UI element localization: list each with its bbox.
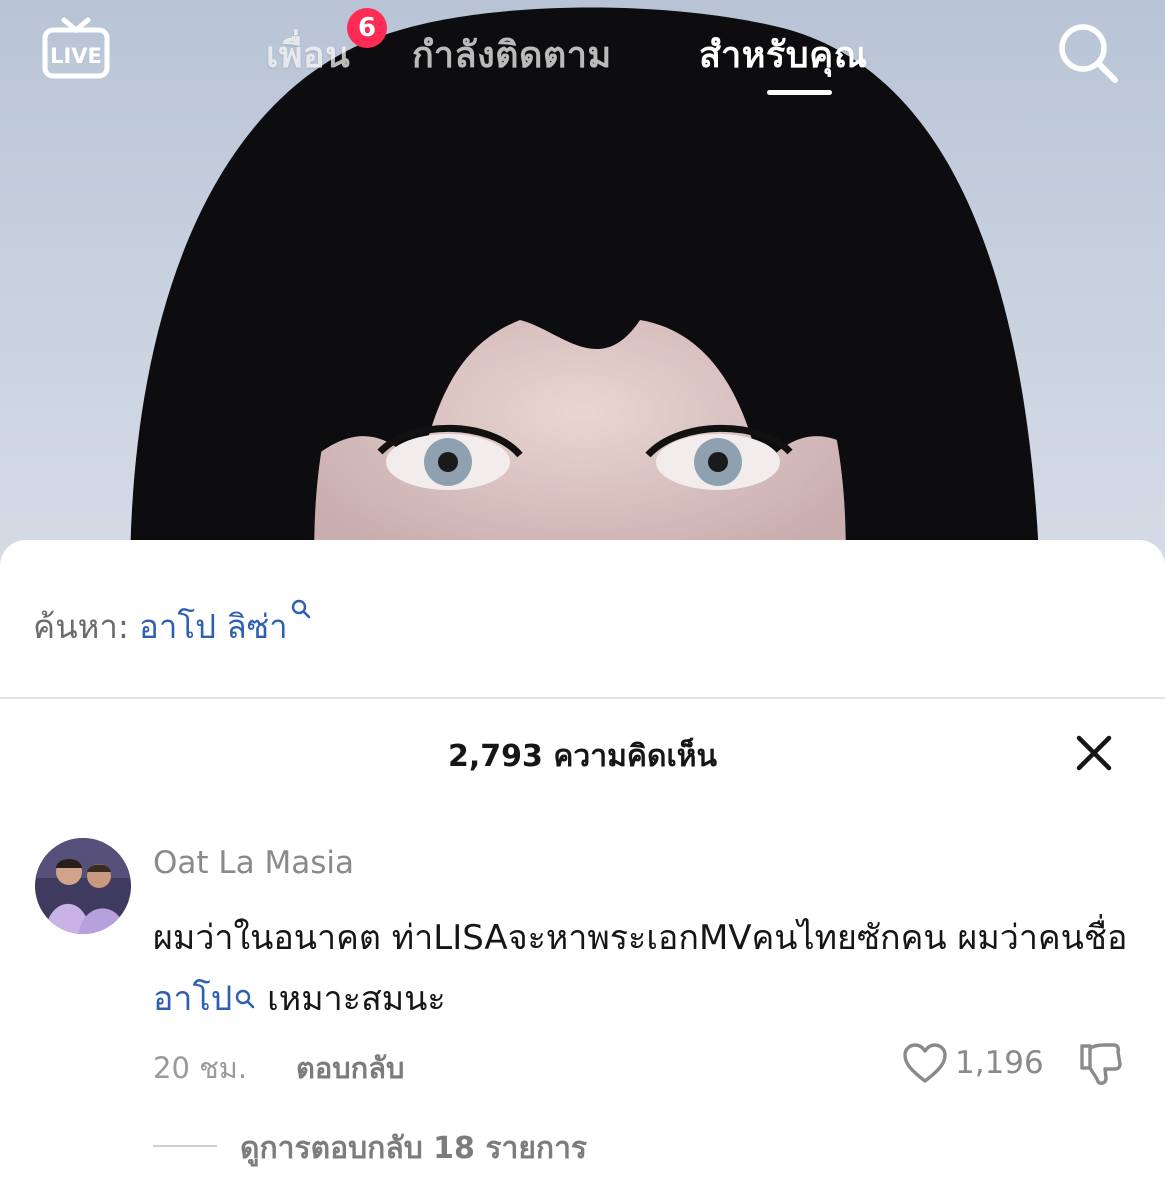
search-icon xyxy=(1059,24,1118,83)
comments-count-title: 2,793 ความคิดเห็น xyxy=(448,739,717,774)
heart-icon xyxy=(903,1043,947,1083)
comment-text-part: เหมาะสมนะ xyxy=(256,979,446,1019)
comment-timestamp: 20 ชม. xyxy=(153,1051,248,1085)
view-replies-button[interactable]: ดูการตอบกลับ 18 รายการ xyxy=(240,1125,587,1172)
comments-sheet: ค้นหา: อาโป ลิซ่า 2,793 ความคิดเห็น Oat … xyxy=(0,540,1165,1200)
dislike-button[interactable] xyxy=(1076,1040,1124,1088)
divider xyxy=(0,697,1165,699)
comment-author[interactable]: Oat La Masia xyxy=(153,845,354,881)
related-search-banner[interactable]: ค้นหา: อาโป ลิซ่า xyxy=(33,599,312,646)
small-search-icon xyxy=(236,989,255,1009)
like-count: 1,196 xyxy=(955,1045,1044,1081)
reply-button[interactable]: ตอบกลับ xyxy=(296,1045,404,1091)
live-tv-icon: LIVE xyxy=(42,17,110,79)
search-button[interactable] xyxy=(1055,20,1121,86)
notification-badge: 6 xyxy=(347,8,387,48)
close-button[interactable] xyxy=(1074,733,1114,773)
like-button[interactable] xyxy=(902,1042,948,1084)
comment-text-part: ผมว่าในอนาคต ท่าLISAจะหาพระเอกMVคนไทยซัก… xyxy=(153,918,1128,958)
comment-text: ผมว่าในอนาคต ท่าLISAจะหาพระเอกMVคนไทยซัก… xyxy=(153,908,1133,1030)
avatar-image xyxy=(35,838,131,934)
replies-divider xyxy=(153,1145,217,1147)
mention-link[interactable]: อาโป xyxy=(153,979,256,1019)
active-tab-indicator xyxy=(767,90,832,95)
tab-friends[interactable]: เพื่อน xyxy=(266,26,350,83)
live-label: LIVE xyxy=(50,44,102,68)
tab-following[interactable]: กำลังติดตาม xyxy=(412,26,612,83)
close-icon xyxy=(1076,735,1112,771)
avatar[interactable] xyxy=(35,838,131,934)
search-prefix-label: ค้นหา: xyxy=(33,607,130,646)
thumbs-down-icon xyxy=(1080,1043,1122,1085)
live-button[interactable]: LIVE xyxy=(42,16,110,80)
small-search-icon xyxy=(291,599,311,619)
search-term-link[interactable]: อาโป ลิซ่า xyxy=(139,600,288,653)
mention-label: อาโป xyxy=(153,979,233,1019)
top-navigation: LIVE เพื่อน 6 กำลังติดตาม สำหรับคุณ xyxy=(0,0,1165,110)
tab-for-you[interactable]: สำหรับคุณ xyxy=(699,26,868,83)
